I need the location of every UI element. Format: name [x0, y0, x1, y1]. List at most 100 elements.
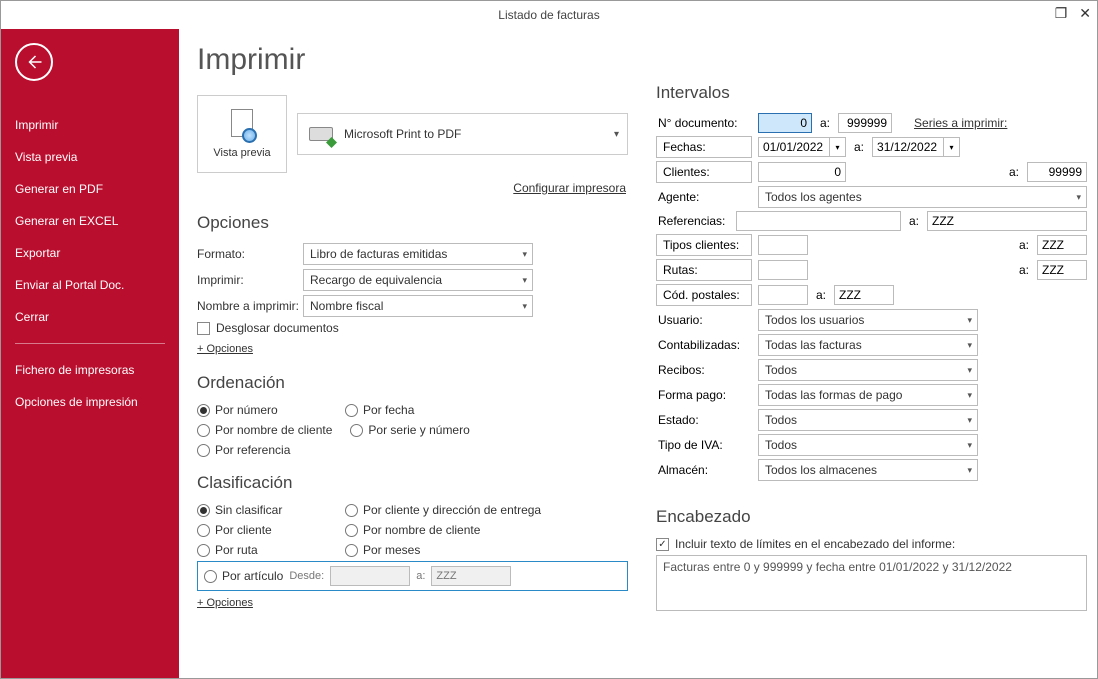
sidebar: Imprimir Vista previa Generar en PDF Gen… [1, 29, 179, 678]
ndoc-label: N° documento: [656, 116, 752, 130]
recibos-label: Recibos: [656, 363, 752, 377]
sidebar-item-exportar[interactable]: Exportar [15, 237, 165, 269]
encabezado-textarea[interactable] [656, 555, 1087, 611]
cod-from-input[interactable] [758, 285, 808, 305]
desglosar-checkbox[interactable] [197, 322, 210, 335]
rutas-to-input[interactable] [1037, 260, 1087, 280]
close-icon[interactable]: ✕ [1079, 5, 1091, 22]
sidebar-item-imprimir[interactable]: Imprimir [15, 109, 165, 141]
fecha-to-input[interactable] [872, 137, 944, 157]
ndoc-to-input[interactable] [838, 113, 892, 133]
sidebar-item-fichero[interactable]: Fichero de impresoras [15, 354, 165, 386]
incluir-checkbox[interactable]: ✓ [656, 538, 669, 551]
rutas-from-input[interactable] [758, 260, 808, 280]
back-button[interactable] [15, 43, 53, 81]
referencias-label: Referencias: [656, 214, 730, 228]
opciones-heading: Opciones [197, 213, 628, 233]
ref-from-input[interactable] [736, 211, 901, 231]
formato-combo[interactable]: Libro de facturas emitidas▾ [303, 243, 533, 265]
por-articulo-box: Por artículo Desde: a: [197, 561, 628, 591]
vista-previa-label: Vista previa [213, 147, 270, 159]
codpostales-button[interactable]: Cód. postales: [656, 284, 752, 306]
cli-to-input[interactable] [1027, 162, 1087, 182]
ref-to-input[interactable] [927, 211, 1087, 231]
series-link[interactable]: Series a imprimir: [914, 116, 1007, 130]
fecha-from-input[interactable] [758, 137, 830, 157]
page-title: Imprimir [197, 43, 628, 77]
agente-combo[interactable]: Todos los agentes▾ [758, 186, 1087, 208]
clientes-button[interactable]: Clientes: [656, 161, 752, 183]
cod-to-input[interactable] [834, 285, 894, 305]
clas-mas-opciones-link[interactable]: + Opciones [197, 597, 253, 609]
clas-meses-radio[interactable]: Por meses [345, 543, 545, 557]
sidebar-item-opciones[interactable]: Opciones de impresión [15, 386, 165, 418]
articulo-desde-input[interactable] [330, 566, 410, 586]
almacen-label: Almacén: [656, 463, 752, 477]
clas-cliente-dir-radio[interactable]: Por cliente y dirección de entrega [345, 503, 545, 517]
clas-ruta-radio[interactable]: Por ruta [197, 543, 327, 557]
fecha-from-picker[interactable]: ▾ [830, 137, 846, 157]
printer-icon [306, 123, 334, 145]
clasificacion-heading: Clasificación [197, 473, 628, 493]
titlebar: Listado de facturas ❐ ✕ [1, 1, 1097, 29]
imprimir-combo[interactable]: Recargo de equivalencia▾ [303, 269, 533, 291]
nombre-combo[interactable]: Nombre fiscal▾ [303, 295, 533, 317]
encabezado-heading: Encabezado [656, 507, 1087, 527]
sidebar-item-cerrar[interactable]: Cerrar [15, 301, 165, 333]
chevron-down-icon: ▾ [614, 129, 619, 140]
articulo-a-input[interactable] [431, 566, 511, 586]
iva-label: Tipo de IVA: [656, 438, 752, 452]
ord-nombre-radio[interactable]: Por nombre de cliente [197, 423, 332, 437]
estado-combo[interactable]: Todos▾ [758, 409, 978, 431]
forma-combo[interactable]: Todas las formas de pago▾ [758, 384, 978, 406]
usuario-combo[interactable]: Todos los usuarios▾ [758, 309, 978, 331]
mas-opciones-link[interactable]: + Opciones [197, 343, 253, 355]
fecha-to-picker[interactable]: ▾ [944, 137, 960, 157]
maximize-icon[interactable]: ❐ [1055, 5, 1068, 22]
printer-select[interactable]: Microsoft Print to PDF ▾ [297, 113, 628, 155]
clas-sin-radio[interactable]: Sin clasificar [197, 503, 327, 517]
printer-name: Microsoft Print to PDF [344, 127, 604, 141]
arrow-left-icon [25, 53, 43, 71]
configurar-impresora-link[interactable]: Configurar impresora [513, 181, 626, 195]
ord-serie-radio[interactable]: Por serie y número [350, 423, 480, 437]
clas-articulo-radio[interactable]: Por artículo [204, 569, 283, 583]
sidebar-item-vista-previa[interactable]: Vista previa [15, 141, 165, 173]
a-label: a: [416, 570, 425, 582]
almacen-combo[interactable]: Todos los almacenes▾ [758, 459, 978, 481]
forma-label: Forma pago: [656, 388, 752, 402]
contab-label: Contabilizadas: [656, 338, 752, 352]
ord-referencia-radio[interactable]: Por referencia [197, 443, 327, 457]
ndoc-from-input[interactable] [758, 113, 812, 133]
ord-fecha-radio[interactable]: Por fecha [345, 403, 475, 417]
tipos-from-input[interactable] [758, 235, 808, 255]
recibos-combo[interactable]: Todos▾ [758, 359, 978, 381]
clas-cliente-radio[interactable]: Por cliente [197, 523, 327, 537]
rutas-button[interactable]: Rutas: [656, 259, 752, 281]
tipos-to-input[interactable] [1037, 235, 1087, 255]
nombre-label: Nombre a imprimir: [197, 299, 303, 313]
sidebar-separator [15, 343, 165, 344]
imprimir-label: Imprimir: [197, 273, 303, 287]
formato-label: Formato: [197, 247, 303, 261]
preview-icon [227, 109, 257, 143]
ord-numero-radio[interactable]: Por número [197, 403, 327, 417]
chevron-down-icon: ▾ [967, 465, 972, 476]
chevron-down-icon: ▾ [522, 249, 527, 260]
contab-combo[interactable]: Todas las facturas▾ [758, 334, 978, 356]
iva-combo[interactable]: Todos▾ [758, 434, 978, 456]
clas-nombre-radio[interactable]: Por nombre de cliente [345, 523, 545, 537]
chevron-down-icon: ▾ [967, 390, 972, 401]
sidebar-item-portal[interactable]: Enviar al Portal Doc. [15, 269, 165, 301]
sidebar-item-excel[interactable]: Generar en EXCEL [15, 205, 165, 237]
chevron-down-icon: ▾ [967, 315, 972, 326]
usuario-label: Usuario: [656, 313, 752, 327]
vista-previa-button[interactable]: Vista previa [197, 95, 287, 173]
tipos-clientes-button[interactable]: Tipos clientes: [656, 234, 752, 256]
sidebar-item-pdf[interactable]: Generar en PDF [15, 173, 165, 205]
chevron-down-icon: ▾ [967, 415, 972, 426]
fechas-button[interactable]: Fechas: [656, 136, 752, 158]
incluir-label: Incluir texto de límites en el encabezad… [675, 537, 955, 551]
cli-from-input[interactable] [758, 162, 846, 182]
chevron-down-icon: ▾ [1076, 192, 1081, 203]
